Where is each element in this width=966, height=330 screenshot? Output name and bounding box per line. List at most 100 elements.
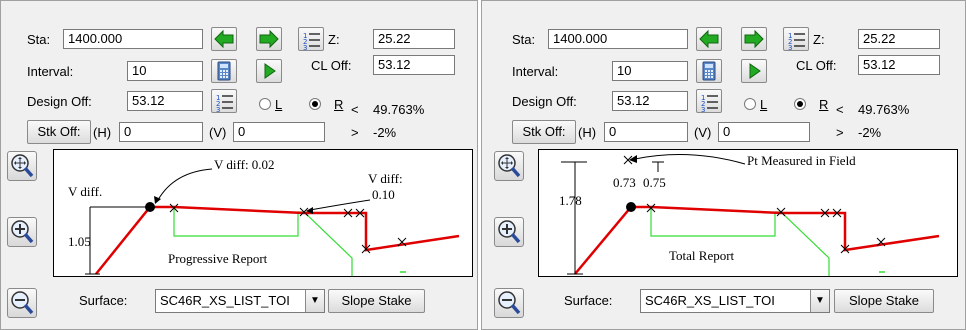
design-off-label: Design Off: — [27, 94, 92, 109]
slope-stake-button[interactable]: Slope Stake — [834, 289, 934, 313]
design-off-input[interactable]: 53.12 — [612, 91, 688, 111]
h-label: (H) — [93, 125, 112, 140]
play-icon — [749, 63, 761, 79]
calculator-button[interactable] — [696, 59, 722, 83]
dimension-075-tick — [652, 161, 664, 172]
zoom-out-icon — [11, 291, 34, 315]
stk-off-button[interactable]: Stk Off: — [512, 120, 576, 144]
gt-sign: > — [836, 125, 844, 140]
stk-off-h-input[interactable]: 0 — [119, 122, 203, 142]
design-off-input[interactable]: 53.12 — [127, 91, 203, 111]
z-label: Z: — [328, 32, 340, 47]
stk-off-v-input[interactable]: 0 — [718, 122, 810, 142]
slope-stake-button[interactable]: Slope Stake — [328, 289, 425, 313]
station-list-button[interactable]: 123 — [783, 27, 809, 52]
field-point — [626, 202, 636, 212]
pt-measured-arrow — [634, 154, 746, 165]
arrow-left-icon — [699, 29, 719, 49]
svg-text:3: 3 — [701, 106, 705, 112]
side-left-label: L — [275, 97, 283, 112]
interval-input[interactable]: 10 — [127, 61, 203, 81]
chevron-down-icon[interactable]: ▼ — [810, 290, 829, 312]
zoom-in-button[interactable] — [7, 217, 37, 247]
station-list-button[interactable]: 123 — [298, 27, 324, 52]
zoom-extents-button[interactable] — [494, 151, 524, 181]
arrow-right-icon — [744, 29, 764, 49]
right-panel: Sta: 1400.000 123 Z: 25.22 Interval: 10 … — [481, 0, 966, 330]
prev-station-button[interactable] — [696, 27, 722, 51]
chevron-down-icon[interactable]: ▼ — [305, 290, 324, 312]
sta-input[interactable]: 1400.000 — [548, 29, 688, 49]
side-left-radio[interactable] — [259, 98, 271, 110]
next-station-button[interactable] — [741, 27, 767, 51]
dimension-075-label: 0.75 — [643, 175, 666, 190]
play-icon — [264, 63, 276, 79]
next-station-button[interactable] — [256, 27, 282, 51]
zoom-in-button[interactable] — [494, 217, 524, 247]
zoom-out-button[interactable] — [7, 288, 37, 318]
zoom-out-button[interactable] — [494, 288, 524, 318]
surface-label: Surface: — [564, 293, 613, 308]
interval-input[interactable]: 10 — [612, 61, 688, 81]
grade-percent: -2% — [373, 125, 397, 140]
dimension-073-label: 0.73 — [613, 175, 636, 190]
interval-label: Interval: — [27, 64, 74, 79]
field-point — [145, 202, 155, 212]
prev-station-button[interactable] — [211, 27, 237, 51]
dimension-178-line — [561, 161, 587, 275]
svg-text:3: 3 — [303, 44, 307, 50]
zoom-out-icon — [498, 291, 521, 315]
slope-percent: 49.763% — [858, 102, 910, 117]
sta-label: Sta: — [27, 32, 51, 47]
gt-sign: > — [351, 125, 359, 140]
dimension-178-label: 1.78 — [559, 193, 582, 208]
zoom-in-icon — [11, 220, 34, 244]
h-label: (H) — [578, 125, 597, 140]
design-off-list-button[interactable]: 123 — [696, 89, 722, 114]
surface-dropdown[interactable]: SC46R_XS_LIST_TOI ▼ — [155, 289, 325, 313]
vdiff-002-arrow — [157, 168, 213, 201]
stake-button[interactable] — [741, 59, 767, 83]
vdiff-002-label: V diff: 0.02 — [214, 157, 275, 172]
calculator-icon — [702, 61, 716, 81]
z-value: 25.22 — [373, 29, 455, 49]
surface-label: Surface: — [79, 293, 128, 308]
list-icon: 123 — [303, 32, 320, 52]
grade-percent: -2% — [858, 125, 882, 140]
surface-value: SC46R_XS_LIST_TOI — [160, 293, 290, 308]
report-label: Total Report — [669, 248, 735, 263]
v-label: (V) — [209, 125, 227, 140]
side-right-label: R — [334, 97, 344, 112]
design-line — [95, 205, 460, 275]
design-line — [574, 205, 940, 275]
cross-section-plot: Pt Measured in Field 0.73 0.75 1.78 Tota… — [538, 149, 958, 277]
pt-measured-label: Pt Measured in Field — [747, 153, 856, 168]
vdiff-label: V diff. — [68, 184, 102, 199]
cl-off-label: CL Off: — [311, 58, 352, 73]
stk-off-h-input[interactable]: 0 — [604, 122, 688, 142]
vdiff-010-label-b: 0.10 — [372, 187, 395, 202]
side-left-label: L — [760, 97, 768, 112]
lt-sign: < — [836, 102, 844, 117]
interval-label: Interval: — [512, 64, 559, 79]
zoom-extents-icon — [498, 154, 521, 178]
stake-button[interactable] — [256, 59, 282, 83]
stk-off-button[interactable]: Stk Off: — [27, 120, 91, 144]
zoom-extents-icon — [11, 154, 34, 178]
design-off-list-button[interactable]: 123 — [211, 89, 237, 114]
calculator-button[interactable] — [211, 59, 237, 83]
sta-input[interactable]: 1400.000 — [63, 29, 203, 49]
arrow-left-icon — [214, 29, 234, 49]
side-left-radio[interactable] — [744, 98, 756, 110]
ground-line — [650, 207, 830, 276]
cl-off-value: 53.12 — [858, 55, 940, 75]
side-right-radio[interactable] — [794, 98, 806, 110]
zoom-extents-button[interactable] — [7, 151, 37, 181]
surface-dropdown[interactable]: SC46R_XS_LIST_TOI ▼ — [640, 289, 830, 313]
vdiff-010-arrow — [309, 199, 371, 211]
calculator-icon — [217, 61, 231, 81]
zoom-in-icon — [498, 220, 521, 244]
side-right-label: R — [819, 97, 829, 112]
side-right-radio[interactable] — [309, 98, 321, 110]
stk-off-v-input[interactable]: 0 — [233, 122, 325, 142]
